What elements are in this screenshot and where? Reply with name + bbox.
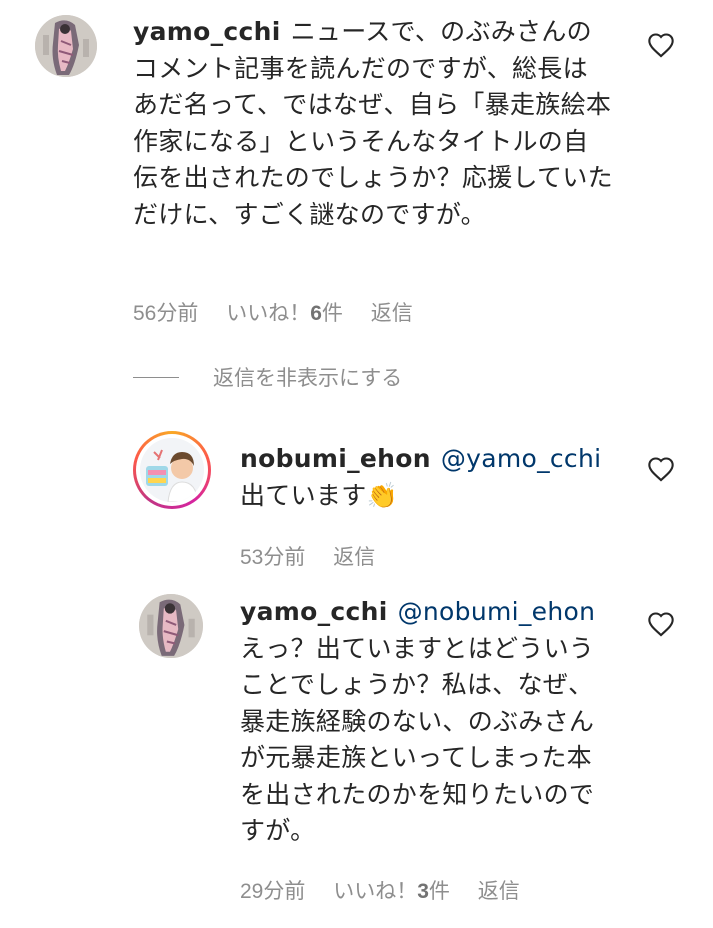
reply-button[interactable]: 返信 (478, 880, 520, 903)
reply-text: nobumi_ehon @yamo_cchi 出ています👏 (240, 441, 620, 514)
avatar-photo-icon (140, 438, 204, 502)
avatar-illustration-icon (35, 15, 97, 77)
likes-count[interactable]: いいね！6件 (226, 302, 343, 325)
reply-username[interactable]: nobumi_ehon (240, 444, 431, 473)
hide-replies-button[interactable]: 返信を非表示にする (133, 362, 402, 392)
avatar (140, 438, 204, 502)
comment-username[interactable]: yamo_cchi (133, 17, 281, 46)
reply-timestamp: 53分前 (240, 546, 306, 569)
heart-icon[interactable] (647, 611, 675, 637)
reply-timestamp: 29分前 (240, 880, 306, 903)
reply-username[interactable]: yamo_cchi (240, 597, 388, 626)
reply-button[interactable]: 返信 (333, 546, 375, 569)
mention-link[interactable]: @yamo_cchi (441, 444, 602, 473)
reply-button[interactable]: 返信 (371, 302, 413, 325)
reply-meta: 53分前 返信 (240, 541, 397, 571)
avatar[interactable] (35, 15, 97, 77)
reply-text: yamo_cchi @nobumi_ehon えっ？出ていますとはどういうことでしょ… (240, 594, 612, 850)
reply-meta: 29分前 いいね！3件 返信 (240, 875, 542, 905)
story-ring[interactable] (133, 431, 211, 509)
divider-line (133, 376, 179, 378)
mention-link[interactable]: @nobumi_ehon (398, 597, 596, 626)
reply-body: 出ています👏 (240, 480, 398, 510)
likes-count[interactable]: いいね！3件 (333, 880, 450, 903)
reply-body: えっ？出ていますとはどういうことでしょうか？私は、なぜ、暴走族経験のない、のぶみ… (240, 633, 595, 846)
comment-meta: 56分前 いいね！6件 返信 (133, 297, 435, 327)
comment-timestamp: 56分前 (133, 302, 199, 325)
comment-body: ニュースで、のぶみさんのコメント記事を読んだのですが、総長はあだ名って、ではなぜ… (133, 17, 613, 229)
comment-text: yamo_cchi ニュースで、のぶみさんのコメント記事を読んだのですが、総長はあ… (133, 14, 613, 233)
heart-icon[interactable] (647, 32, 675, 58)
hide-replies-label: 返信を非表示にする (213, 367, 403, 390)
avatar-illustration-icon (139, 594, 203, 658)
avatar[interactable] (139, 594, 203, 658)
heart-icon[interactable] (647, 456, 675, 482)
